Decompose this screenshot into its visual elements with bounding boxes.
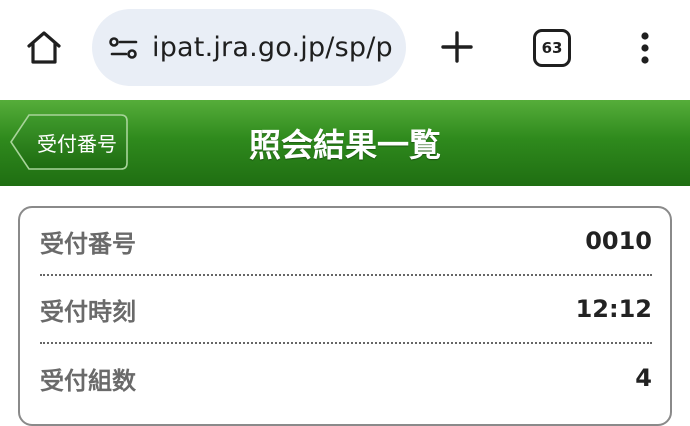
info-row-receipt-time: 受付時刻 12:12 (40, 276, 652, 344)
address-bar[interactable]: ipat.jra.go.jp/sp/p (92, 9, 406, 86)
more-vert-icon[interactable] (628, 27, 662, 69)
tune-icon[interactable] (106, 33, 142, 63)
url-text[interactable]: ipat.jra.go.jp/sp/p (152, 32, 393, 63)
back-button-label: 受付番号 (37, 131, 117, 156)
plus-icon[interactable] (436, 26, 478, 68)
row-label: 受付番号 (40, 229, 136, 258)
browser-toolbar: ipat.jra.go.jp/sp/p 63 (0, 0, 690, 100)
receipt-info-card: 受付番号 0010 受付時刻 12:12 受付組数 4 (18, 206, 672, 426)
page-title: 照会結果一覧 (248, 126, 441, 164)
tab-count: 63 (541, 39, 563, 57)
tab-switcher-icon[interactable]: 63 (533, 29, 571, 67)
row-value: 12:12 (575, 295, 652, 323)
page-header: 受付番号 照会結果一覧 (0, 100, 690, 186)
row-value: 0010 (585, 227, 652, 255)
info-row-receipt-number: 受付番号 0010 (40, 208, 652, 276)
row-label: 受付組数 (40, 366, 136, 395)
back-button[interactable]: 受付番号 (9, 112, 129, 172)
row-label: 受付時刻 (40, 297, 136, 326)
info-row-set-count: 受付組数 4 (40, 344, 652, 412)
home-icon[interactable] (22, 27, 66, 67)
main-content: 受付番号 0010 受付時刻 12:12 受付組数 4 (0, 186, 690, 426)
